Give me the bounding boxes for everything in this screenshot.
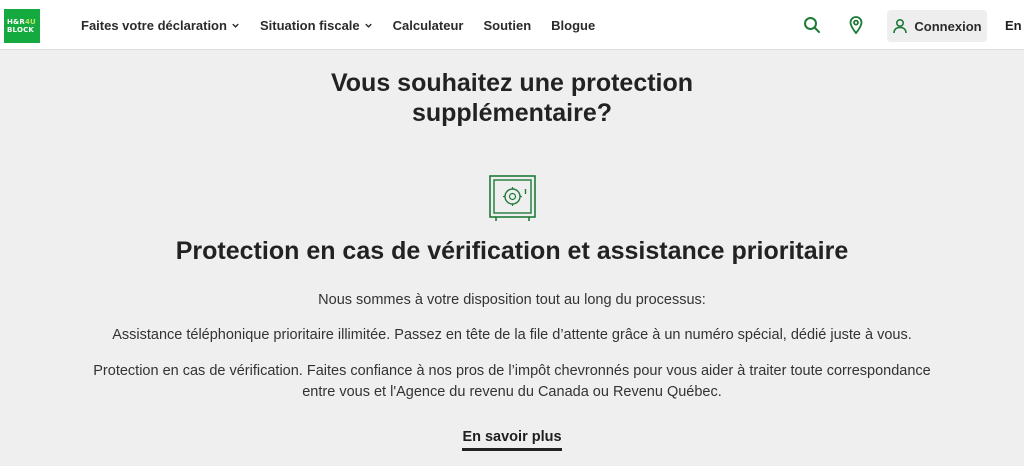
section-headline: Vous souhaitez une protection supplément… <box>0 68 1024 128</box>
nav-label: Blogue <box>551 17 596 33</box>
nav-item-faites-votre-declaration[interactable]: Faites votre déclaration <box>81 18 240 33</box>
main-nav: Faites votre déclaration Situation fisca… <box>81 0 615 50</box>
nav-item-situation-fiscale[interactable]: Situation fiscale <box>260 18 373 33</box>
feature-priority-support: Assistance téléphonique prioritaire illi… <box>112 327 912 343</box>
login-label: Connexion <box>914 18 982 34</box>
logo-line2: BLOCK <box>7 26 35 34</box>
headline-line2: supplémentaire? <box>411 99 613 127</box>
learn-more-container: En savoir plus <box>0 428 1024 451</box>
hrblock-logo[interactable]: H&R4U BLOCK <box>4 9 40 43</box>
logo-line1: H&R4U <box>7 18 40 26</box>
nav-label: Calculateur <box>392 17 464 33</box>
search-icon[interactable] <box>802 15 822 35</box>
feature-intro: Nous sommes à votre disposition tout au … <box>318 292 706 308</box>
nav-label: Situation fiscale <box>259 17 360 33</box>
safe-icon <box>489 175 536 221</box>
login-button[interactable]: Connexion <box>887 10 987 42</box>
feature-audit-protection: Protection en cas de vérification. Faite… <box>93 363 931 400</box>
logo-text-accent: 4U <box>24 18 36 26</box>
user-icon <box>893 18 908 34</box>
map-pin-icon[interactable] <box>846 15 866 35</box>
chevron-down-icon <box>364 23 372 28</box>
nav-item-soutien[interactable]: Soutien <box>483 18 531 33</box>
logo-text-main: H&R <box>7 18 25 26</box>
learn-more-link[interactable]: En savoir plus <box>462 429 562 451</box>
top-navbar: H&R4U BLOCK Faites votre déclaration Sit… <box>0 0 1024 50</box>
chevron-down-icon <box>232 23 239 28</box>
nav-item-blogue[interactable]: Blogue <box>551 18 595 33</box>
nav-label: Faites votre déclaration <box>81 17 227 33</box>
language-toggle[interactable]: En <box>1005 18 1022 33</box>
feature-title: Protection en cas de vérification et ass… <box>175 237 849 265</box>
headline-line1: Vous souhaitez une protection <box>330 69 694 97</box>
nav-label: Soutien <box>483 17 532 33</box>
nav-item-calculateur[interactable]: Calculateur <box>393 18 464 33</box>
